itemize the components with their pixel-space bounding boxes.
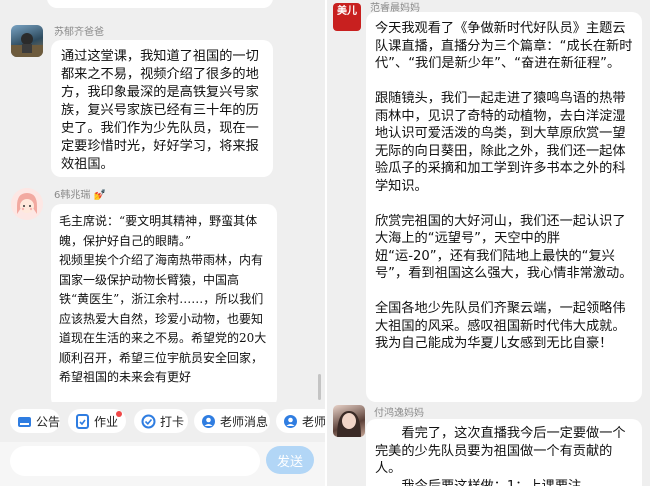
message-line: 视频里挨个介绍了海南热带雨林，内有国家一级保护动物长臂猿，中国高铁“黄医生”，浙… xyxy=(59,253,267,384)
notice-label: 公告 xyxy=(36,414,61,429)
homework-label: 作业 xyxy=(94,414,119,429)
photo-avatar-icon xyxy=(11,33,43,57)
nail-polish-emoji: 💅 xyxy=(93,190,107,201)
handwritten-message-bubble: 毛主席说：“要文明其精神，野蛮其体魄，保护好自己的眼睛。” 视频里挨个介绍了海南… xyxy=(51,204,277,408)
cartoon-girl-avatar-icon xyxy=(11,188,43,220)
message-bubble: 看完了，这次直播我今后一定要做一个完美的少先队员要为祖国做一个有贡献的人。 我今… xyxy=(366,419,642,486)
send-button[interactable]: 发送 xyxy=(266,446,314,474)
message-bubble: 通过这堂课，我知道了祖国的一切都来之不易，视频介绍了很多的地方，我印象最深的是高… xyxy=(51,40,273,177)
sender-name: 苏郁齐爸爸 xyxy=(54,27,104,38)
message-paragraph: 欣赏完祖国的大好河山，我们还一起认识了大海上的“远望号”，天空中的胖妞“运-20… xyxy=(375,213,633,282)
homework-icon xyxy=(75,413,90,429)
scrollbar[interactable] xyxy=(318,374,321,400)
brand-logo-avatar[interactable]: 美儿 xyxy=(333,3,361,31)
message-line: 毛主席说：“要文明其精神，野蛮其体魄，保护好自己的眼睛。” xyxy=(59,214,258,248)
sender-avatar[interactable] xyxy=(11,25,43,57)
checkin-icon xyxy=(141,414,156,429)
sender-name: 付鸿逸妈妈 xyxy=(374,408,424,419)
teacher-message-button[interactable]: 老师消息 xyxy=(194,409,270,433)
input-bar: 发送 xyxy=(0,442,326,486)
sender-name: 6韩兆瑞 💅 xyxy=(54,186,106,201)
checkin-button[interactable]: 打卡 xyxy=(134,409,188,433)
homework-button[interactable]: 作业 xyxy=(68,409,126,433)
unread-badge xyxy=(116,411,122,417)
sender-name-text: 6韩兆瑞 xyxy=(54,190,91,201)
teacher-icon xyxy=(283,414,298,429)
right-chat-panel: 美儿 范睿晨妈妈 今天我观看了《争做新时代好队员》主题云队课直播，直播分为三个篇… xyxy=(327,0,650,486)
previous-message-bubble xyxy=(47,0,273,8)
message-input[interactable] xyxy=(10,446,260,476)
message-paragraph: 今天我观看了《争做新时代好队员》主题云队课直播，直播分为三个篇章：“成长在新时代… xyxy=(375,21,633,71)
teacher-button[interactable]: 老师 xyxy=(276,409,326,433)
sender-avatar[interactable] xyxy=(333,405,365,437)
teacher-message-label: 老师消息 xyxy=(220,414,269,429)
teacher-icon xyxy=(201,414,216,429)
notice-button[interactable]: 公告 xyxy=(10,409,60,433)
left-chat-panel: 苏郁齐爸爸 通过这堂课，我知道了祖国的一切都来之不易，视频介绍了很多的地方，我印… xyxy=(0,0,326,486)
message-paragraph: 全国各地少先队员们齐聚云端，一起领略伟大祖国的风采。感叹祖国新时代伟大成就。我为… xyxy=(375,301,626,351)
message-paragraph: 看完了，这次直播我今后一定要做一个完美的少先队员要为祖国做一个有贡献的人。 xyxy=(375,426,626,476)
sender-avatar[interactable] xyxy=(11,188,43,220)
teacher-label: 老师 xyxy=(302,414,326,429)
quick-toolbar: 公告 作业 打卡 老师消息 老师 xyxy=(0,402,326,442)
notice-icon xyxy=(17,414,32,429)
photo-avatar-icon xyxy=(337,411,361,437)
message-bubble: 今天我观看了《争做新时代好队员》主题云队课直播，直播分为三个篇章：“成长在新时代… xyxy=(366,12,642,402)
message-paragraph: 跟随镜头，我们一起走进了猿鸣鸟语的热带雨林中，见识了奇特的动植物，去白洋淀湿地认… xyxy=(375,91,626,194)
message-paragraph: 我今后要这样做：1：上课要注 xyxy=(401,478,582,486)
checkin-label: 打卡 xyxy=(160,414,185,429)
